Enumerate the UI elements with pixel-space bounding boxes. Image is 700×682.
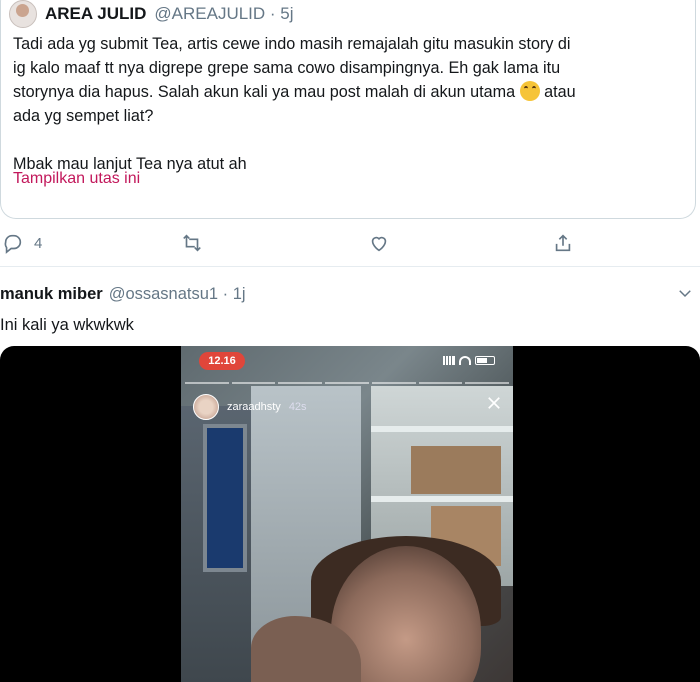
story-progress-segment bbox=[278, 382, 323, 384]
story-close-button bbox=[485, 394, 505, 414]
quoted-tweet-card[interactable]: AREA JULID @AREAJULID · 5j Tadi ada yg s… bbox=[0, 0, 696, 219]
story-progress-segment bbox=[325, 382, 369, 384]
story-progress-bar bbox=[185, 382, 510, 384]
reply-author-name[interactable]: manuk miber bbox=[0, 285, 103, 304]
author-avatar[interactable] bbox=[9, 0, 37, 28]
phone-status-icons bbox=[443, 356, 495, 365]
story-screenshot: 12.16 zaraadhsty 42s bbox=[181, 346, 513, 682]
quoted-tweet-header: AREA JULID @AREAJULID · 5j bbox=[9, 0, 294, 28]
retweet-button[interactable] bbox=[181, 232, 203, 254]
reply-count: 4 bbox=[34, 234, 43, 252]
story-user: zaraadhsty 42s bbox=[193, 394, 307, 420]
share-icon bbox=[555, 234, 571, 252]
battery-icon bbox=[475, 356, 495, 365]
retweet-icon bbox=[183, 234, 201, 252]
quoted-tweet-text-part1: Tadi ada yg submit Tea, artis cewe indo … bbox=[13, 35, 571, 101]
reply-tweet-text: Ini kali ya wkwkwk bbox=[0, 316, 134, 334]
tweet-divider bbox=[0, 266, 700, 267]
reply-button[interactable]: 4 bbox=[2, 232, 42, 254]
shelf-box bbox=[411, 446, 501, 494]
show-thread-link[interactable]: Tampilkan utas ini bbox=[13, 170, 140, 188]
close-icon bbox=[488, 397, 500, 409]
story-status-time: 12.16 bbox=[199, 352, 245, 370]
story-progress-segment bbox=[418, 382, 463, 384]
share-button[interactable] bbox=[552, 232, 574, 254]
tweet-media[interactable]: 12.16 zaraadhsty 42s bbox=[0, 346, 700, 682]
author-handle: @AREAJULID · 5j bbox=[154, 4, 294, 23]
tweet-action-bar: 4 bbox=[0, 232, 700, 260]
story-username: zaraadhsty bbox=[227, 401, 281, 413]
reply-author-handle: @ossasnatsu1 · 1j bbox=[108, 285, 246, 303]
shelf bbox=[371, 496, 513, 502]
signal-icon bbox=[443, 356, 455, 365]
like-button[interactable] bbox=[368, 232, 390, 254]
reply-tweet-header: manuk miber @ossasnatsu1 · 1j bbox=[0, 285, 700, 304]
story-progress-segment bbox=[371, 382, 416, 384]
quoted-tweet-text: Tadi ada yg submit Tea, artis cewe indo … bbox=[13, 32, 685, 176]
story-avatar bbox=[193, 394, 219, 420]
tears-of-joy-emoji-icon bbox=[519, 81, 540, 101]
reply-icon bbox=[4, 234, 22, 254]
wifi-icon bbox=[459, 356, 471, 365]
tweet-options-button[interactable] bbox=[676, 284, 698, 306]
story-progress-segment bbox=[231, 382, 276, 384]
story-progress-segment bbox=[185, 382, 229, 384]
story-age: 42s bbox=[288, 401, 307, 413]
story-background-window bbox=[203, 424, 247, 572]
author-name[interactable]: AREA JULID bbox=[45, 4, 146, 24]
shelf bbox=[371, 426, 513, 432]
like-icon bbox=[371, 236, 387, 252]
story-progress-segment bbox=[465, 382, 510, 384]
chevron-down-icon bbox=[679, 290, 691, 298]
